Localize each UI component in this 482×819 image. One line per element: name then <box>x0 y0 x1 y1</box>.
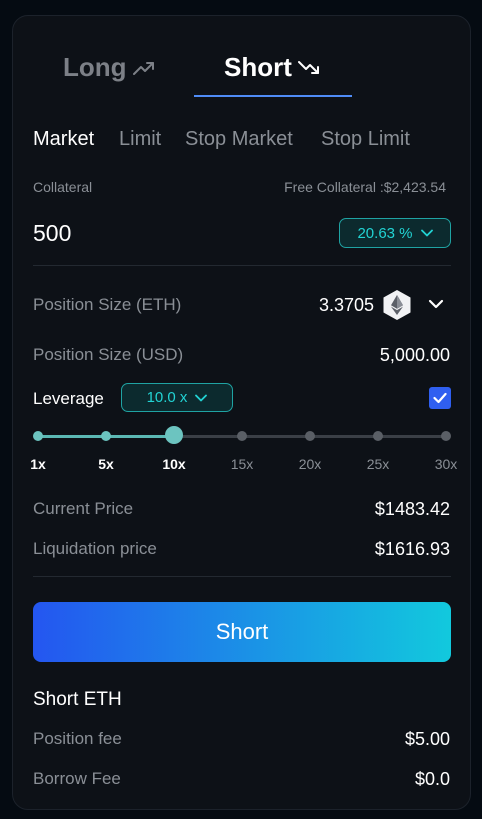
chevron-down-icon <box>420 229 433 237</box>
trend-up-icon <box>132 61 154 75</box>
leverage-value: 10.0 x <box>146 389 188 406</box>
collateral-percent-value: 20.63 % <box>357 224 413 242</box>
position-size-usd-label: Position Size (USD) <box>33 345 184 364</box>
collateral-percent-dropdown[interactable]: 20.63 % <box>339 218 451 248</box>
slider-stop[interactable] <box>373 431 383 441</box>
slider-stop[interactable] <box>237 431 247 441</box>
leverage-tick-label[interactable]: 5x <box>98 456 114 472</box>
slider-stop[interactable] <box>305 431 315 441</box>
ethereum-icon <box>383 290 411 320</box>
collateral-label: Collateral <box>33 179 93 195</box>
tab-short-label: Short <box>224 52 292 82</box>
liquidation-price-label: Liquidation price <box>33 539 157 558</box>
trade-panel: Long Short Market Limit Stop Market Stop… <box>12 15 471 810</box>
leverage-tick-label[interactable]: 1x <box>30 456 46 472</box>
tab-long[interactable]: Long <box>63 52 155 83</box>
leverage-tick-label[interactable]: 30x <box>435 456 458 472</box>
leverage-tick-label[interactable]: 20x <box>299 456 322 472</box>
checkmark-icon <box>433 392 447 404</box>
order-tab-stop-limit[interactable]: Stop Limit <box>321 128 410 151</box>
slider-stop[interactable] <box>101 431 111 441</box>
position-size-eth-label: Position Size (ETH) <box>33 295 182 314</box>
summary-title: Short ETH <box>33 689 122 710</box>
current-price-value: $1483.42 <box>374 499 450 519</box>
leverage-tick-label[interactable]: 10x <box>162 456 185 472</box>
tab-long-label: Long <box>63 52 127 82</box>
divider <box>33 265 451 266</box>
slider-stop[interactable] <box>33 431 43 441</box>
leverage-label: Leverage <box>33 389 104 408</box>
token-chevron-down-icon[interactable] <box>428 298 444 310</box>
liquidation-price-value: $1616.93 <box>374 539 450 559</box>
leverage-tick-label[interactable]: 25x <box>367 456 390 472</box>
position-size-eth-value: 3.3705 <box>318 295 374 315</box>
position-fee-label: Position fee <box>33 729 122 748</box>
chevron-down-icon <box>195 394 208 401</box>
leverage-checkbox[interactable] <box>429 387 451 409</box>
slider-thumb[interactable] <box>165 426 183 444</box>
divider <box>33 576 451 577</box>
borrow-fee-value: $0.0 <box>414 769 450 789</box>
borrow-fee-label: Borrow Fee <box>33 769 121 788</box>
collateral-amount-input[interactable] <box>33 217 313 249</box>
short-button[interactable]: Short <box>33 602 451 662</box>
order-tab-stop-market[interactable]: Stop Market <box>185 128 293 151</box>
free-collateral: Free Collateral :$2,423.54 <box>284 179 446 195</box>
current-price-label: Current Price <box>33 499 134 518</box>
leverage-dropdown[interactable]: 10.0 x <box>121 383 233 412</box>
tab-short[interactable]: Short <box>224 52 320 83</box>
slider-stop[interactable] <box>441 431 451 441</box>
position-fee-value: $5.00 <box>404 729 450 749</box>
leverage-tick-label[interactable]: 15x <box>231 456 254 472</box>
order-tab-market[interactable]: Market <box>33 128 94 151</box>
trend-down-icon <box>297 60 319 74</box>
leverage-slider[interactable]: 1x 5x 10x 15x 20x 25x 30x <box>30 421 457 481</box>
order-tab-limit[interactable]: Limit <box>119 128 161 151</box>
position-size-usd-value: 5,000.00 <box>379 345 450 365</box>
active-tab-indicator <box>194 95 352 97</box>
